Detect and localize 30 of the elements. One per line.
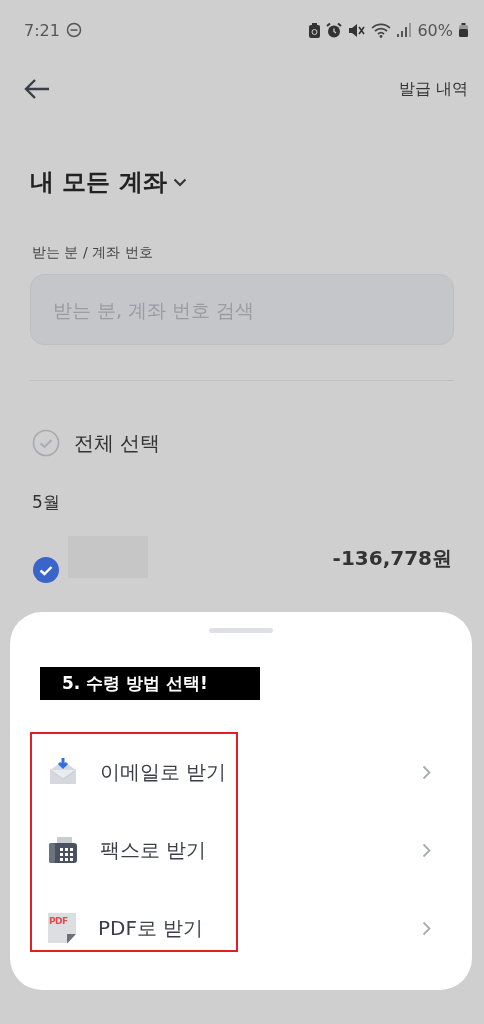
receive-option[interactable]: 이메일로 받기: [100, 758, 227, 786]
chevron-right-icon[interactable]: [422, 843, 431, 858]
wifi-icon: [371, 22, 392, 38]
fax-machine-icon: [48, 835, 78, 865]
clock-time: 7:21: [24, 20, 60, 40]
account-selector[interactable]: 내 모든 계좌: [30, 166, 167, 198]
battery-saver-icon: [309, 22, 321, 38]
annotation-label: 5. 수령 방법 선택!: [40, 667, 260, 700]
back-arrow-icon[interactable]: [24, 78, 50, 100]
receive-option[interactable]: PDF로 받기: [98, 914, 204, 942]
mute-icon: [348, 22, 366, 38]
chevron-right-icon[interactable]: [422, 921, 431, 936]
select-all-label: 전체 선택: [74, 429, 161, 457]
pdf-file-icon: PDF: [48, 913, 76, 943]
signal-icon: [397, 23, 412, 37]
select-all-checkbox[interactable]: [32, 429, 60, 457]
receive-option[interactable]: 팩스로 받기: [100, 836, 207, 864]
alarm-icon: [326, 22, 343, 38]
drag-handle[interactable]: [209, 628, 273, 633]
chevron-down-icon[interactable]: [172, 177, 187, 187]
transaction-checkbox[interactable]: [32, 556, 60, 584]
battery-percent: 60%: [417, 20, 453, 40]
do-not-disturb-icon: [65, 22, 82, 38]
transaction-amount: -136,778원: [332, 544, 452, 572]
battery-icon: [459, 23, 468, 37]
issue-history-link[interactable]: 발급 내역: [398, 78, 468, 100]
chevron-right-icon[interactable]: [422, 765, 431, 780]
month-heading: 5월: [32, 491, 61, 514]
envelope-download-icon: [48, 757, 78, 787]
search-label: 받는 분 / 계좌 번호: [32, 244, 154, 262]
